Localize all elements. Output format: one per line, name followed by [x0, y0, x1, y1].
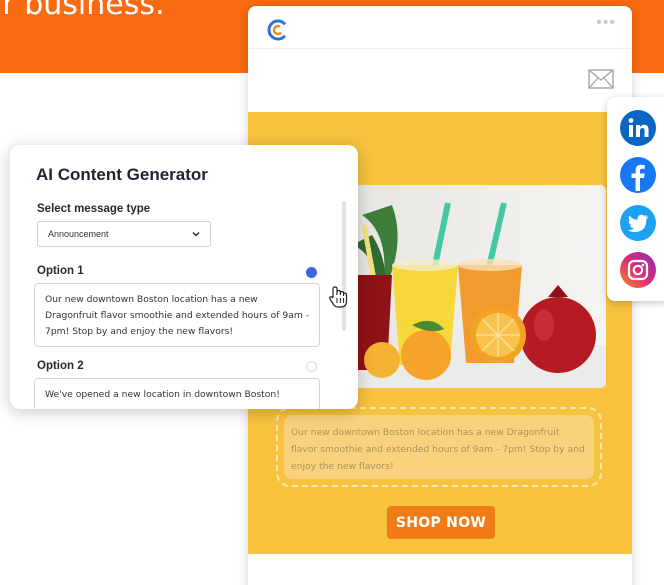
option-1-radio[interactable]	[306, 267, 317, 278]
email-body-frame[interactable]: Our new downtown Boston location has a n…	[276, 407, 602, 487]
social-sidebar	[607, 97, 664, 301]
email-body-text: Our new downtown Boston location has a n…	[284, 415, 594, 479]
ai-content-generator-panel: AI Content Generator Select message type…	[10, 145, 358, 409]
logo-icon	[267, 19, 289, 41]
option-2-label: Option 2	[37, 360, 84, 372]
twitter-icon[interactable]	[618, 203, 658, 243]
mail-icon[interactable]	[588, 69, 614, 89]
option-2-text[interactable]: We've opened a new location in downtown …	[34, 378, 320, 409]
facebook-icon[interactable]	[618, 155, 658, 195]
message-type-select[interactable]: Announcement	[37, 221, 211, 247]
scrollbar[interactable]	[342, 201, 346, 331]
option-2-radio[interactable]	[306, 361, 317, 372]
option-1-text[interactable]: Our new downtown Boston location has a n…	[34, 283, 320, 347]
divider	[248, 48, 632, 49]
hand-cursor-icon	[329, 286, 348, 308]
chevron-down-icon	[192, 231, 200, 237]
banner-text: ir business.	[0, 0, 165, 22]
more-options-icon[interactable]: •••	[596, 14, 616, 32]
select-label: Select message type	[37, 203, 151, 215]
smoothie-photo	[352, 185, 606, 388]
instagram-icon[interactable]	[618, 250, 658, 290]
linkedin-icon[interactable]	[618, 108, 658, 148]
option-1-label: Option 1	[37, 265, 84, 277]
panel-title: AI Content Generator	[36, 165, 208, 184]
select-value: Announcement	[48, 229, 109, 239]
shop-now-button[interactable]: SHOP NOW	[387, 506, 495, 539]
